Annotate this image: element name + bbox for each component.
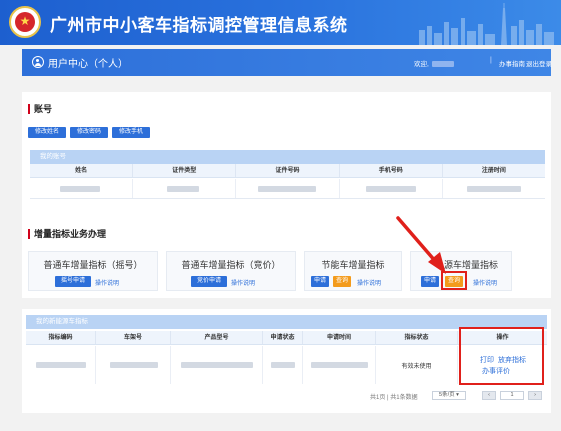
prev-page-button[interactable]: ‹ [482, 391, 496, 400]
column-header: 产品型号 [171, 331, 263, 344]
quota-status-text: 有效未使用 [401, 364, 432, 370]
column-header: 申请时间 [303, 331, 376, 344]
chevron-right-icon: › [534, 392, 536, 398]
chevron-down-icon: ▾ [456, 392, 459, 398]
page-number-input[interactable]: 1 [500, 391, 524, 400]
column-header: 车架号 [96, 331, 171, 344]
redacted-value [181, 362, 253, 368]
next-page-button[interactable]: › [528, 391, 542, 400]
model-cell [171, 346, 263, 384]
column-header: 申请状态 [263, 331, 303, 344]
apply-status-cell [263, 346, 303, 384]
quota-code-cell [26, 346, 96, 384]
highlight-box [459, 327, 544, 385]
quota-status-cell: 有效未使用 [376, 346, 458, 384]
redacted-value [110, 362, 158, 368]
pager-summary: 共1页 | 共1条数据 [370, 395, 418, 401]
chevron-left-icon: ‹ [488, 392, 490, 398]
column-header: 指标状态 [376, 331, 458, 344]
column-header: 指标编码 [26, 331, 96, 344]
redacted-value [271, 362, 295, 368]
redacted-value [311, 362, 368, 368]
apply-time-cell [303, 346, 376, 384]
redacted-value [36, 362, 86, 368]
vin-cell [96, 346, 171, 384]
page-size-select[interactable]: 5条/页 ▾ [432, 391, 466, 400]
